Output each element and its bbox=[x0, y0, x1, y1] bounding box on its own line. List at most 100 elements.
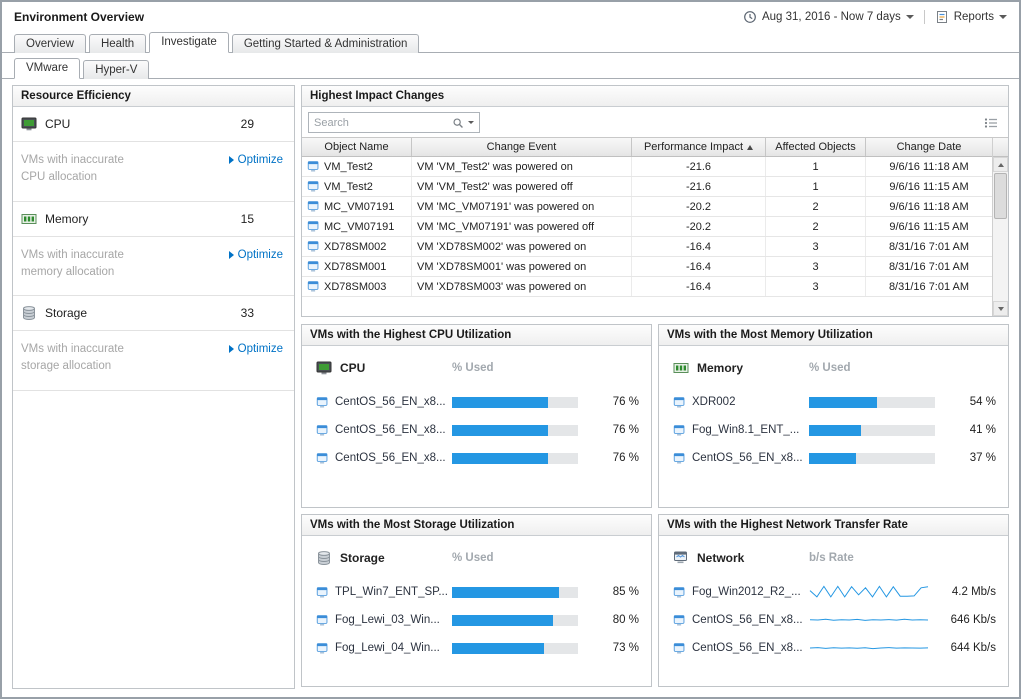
vm-icon bbox=[673, 614, 686, 627]
cell-date: 9/6/16 11:15 AM bbox=[889, 181, 968, 193]
transfer-sparkline bbox=[809, 612, 931, 628]
vm-icon bbox=[673, 424, 686, 437]
usage-value: 76 % bbox=[613, 424, 639, 436]
subtab-vmware[interactable]: VMware bbox=[14, 58, 80, 79]
table-options-icon[interactable] bbox=[984, 116, 998, 130]
vm-usage-row[interactable]: Fog_Lewi_03_Win... 80 % bbox=[316, 606, 639, 634]
chevron-down-icon bbox=[906, 15, 914, 19]
metric-header: Network bbox=[673, 550, 809, 566]
usage-bar-fill bbox=[809, 425, 861, 436]
scroll-up-button[interactable] bbox=[993, 157, 1008, 172]
cell-object: XD78SM001 bbox=[324, 261, 386, 273]
subtab-hyper-v[interactable]: Hyper-V bbox=[83, 60, 149, 79]
col-performance-impact[interactable]: Performance Impact bbox=[632, 138, 766, 156]
vm-icon bbox=[673, 452, 686, 465]
tab-overview[interactable]: Overview bbox=[14, 34, 86, 53]
note-line: CPU allocation bbox=[21, 169, 124, 186]
report-icon bbox=[935, 10, 949, 24]
memory-utilization-panel: VMs with the Most Memory Utilization Mem… bbox=[658, 324, 1009, 508]
vm-icon bbox=[673, 642, 686, 655]
cell-impact: -21.6 bbox=[686, 161, 711, 173]
note-text: VMs with inaccurate memory allocation bbox=[21, 247, 124, 282]
optimize-storage-link[interactable]: Optimize bbox=[229, 343, 286, 355]
vm-transfer-row[interactable]: Fog_Win2012_R2_... 4.2 Mb/s bbox=[673, 578, 996, 606]
vm-usage-row[interactable]: CentOS_56_EN_x8... 76 % bbox=[316, 388, 639, 416]
vm-usage-row[interactable]: TPL_Win7_ENT_SP... 85 % bbox=[316, 578, 639, 606]
search-input[interactable] bbox=[314, 117, 448, 129]
cell-event: VM 'XD78SM002' was powered on bbox=[417, 241, 586, 253]
resource-efficiency-panel: Resource Efficiency CPU 29 VMs with inac… bbox=[12, 85, 295, 689]
scrollbar-thumb[interactable] bbox=[994, 173, 1007, 219]
cell-date: 9/6/16 11:15 AM bbox=[889, 221, 968, 233]
vertical-scrollbar[interactable] bbox=[992, 138, 1008, 316]
header-label: Change Date bbox=[897, 141, 962, 153]
cpu-note-row: VMs with inaccurate CPU allocation Optim… bbox=[13, 142, 294, 202]
scrollbar-track[interactable] bbox=[993, 220, 1008, 301]
note-text: VMs with inaccurate CPU allocation bbox=[21, 152, 124, 187]
time-range-selector[interactable]: Aug 31, 2016 - Now 7 days bbox=[743, 10, 914, 24]
col-object-name[interactable]: Object Name bbox=[302, 138, 412, 156]
scroll-down-button[interactable] bbox=[993, 301, 1008, 316]
vm-icon bbox=[307, 240, 320, 253]
vm-usage-row[interactable]: XDR002 54 % bbox=[673, 388, 996, 416]
search-icon[interactable] bbox=[452, 117, 464, 129]
search-options-chevron-icon[interactable] bbox=[468, 121, 474, 124]
tab-getting-started-administration[interactable]: Getting Started & Administration bbox=[232, 34, 420, 53]
table-row[interactable]: VM_Test2 VM 'VM_Test2' was powered on -2… bbox=[302, 157, 992, 177]
metric-count: 29 bbox=[241, 117, 254, 131]
search-box[interactable] bbox=[308, 112, 480, 133]
vm-usage-row[interactable]: CentOS_56_EN_x8... 76 % bbox=[316, 416, 639, 444]
table-row[interactable]: MC_VM07191 VM 'MC_VM07191' was powered o… bbox=[302, 217, 992, 237]
table-row[interactable]: XD78SM003 VM 'XD78SM003' was powered on … bbox=[302, 277, 992, 297]
cell-date: 8/31/16 7:01 AM bbox=[889, 241, 969, 253]
col-change-date[interactable]: Change Date bbox=[866, 138, 992, 156]
changes-grid: Object Name Change Event Performance Imp… bbox=[302, 138, 992, 316]
metric-header: Storage bbox=[316, 550, 452, 566]
metric-header-row: Storage % Used bbox=[316, 550, 639, 566]
value-header: b/s Rate bbox=[809, 552, 854, 564]
table-row[interactable]: XD78SM002 VM 'XD78SM002' was powered on … bbox=[302, 237, 992, 257]
vm-usage-row[interactable]: CentOS_56_EN_x8... 76 % bbox=[316, 444, 639, 472]
triangle-up-icon bbox=[998, 163, 1004, 167]
value-header: % Used bbox=[452, 552, 494, 564]
table-row[interactable]: VM_Test2 VM 'VM_Test2' was powered off -… bbox=[302, 177, 992, 197]
vm-name: Fog_Lewi_03_Win... bbox=[335, 614, 440, 626]
vm-transfer-row[interactable]: CentOS_56_EN_x8... 644 Kb/s bbox=[673, 634, 996, 662]
cell-affected: 3 bbox=[812, 281, 818, 293]
panel-title: Highest Impact Changes bbox=[302, 86, 1008, 107]
col-change-event[interactable]: Change Event bbox=[412, 138, 632, 156]
col-affected-objects[interactable]: Affected Objects bbox=[766, 138, 866, 156]
cpu-utilization-panel: VMs with the Highest CPU Utilization CPU… bbox=[301, 324, 652, 508]
vm-icon bbox=[673, 586, 686, 599]
cell-event: VM 'VM_Test2' was powered off bbox=[417, 181, 573, 193]
table-row[interactable]: XD78SM001 VM 'XD78SM001' was powered on … bbox=[302, 257, 992, 277]
cell-affected: 3 bbox=[812, 261, 818, 273]
network-icon bbox=[673, 550, 689, 566]
vm-icon bbox=[307, 200, 320, 213]
panel-body: Memory % Used XDR002 54 % Fog_Win8.1_ENT… bbox=[659, 346, 1008, 507]
reports-button[interactable]: Reports bbox=[935, 10, 1007, 24]
vm-name: CentOS_56_EN_x8... bbox=[335, 424, 446, 436]
optimize-memory-link[interactable]: Optimize bbox=[229, 249, 286, 261]
usage-bar-fill bbox=[452, 397, 548, 408]
optimize-cpu-link[interactable]: Optimize bbox=[229, 154, 286, 166]
cell-affected: 1 bbox=[812, 161, 818, 173]
vm-transfer-row[interactable]: CentOS_56_EN_x8... 646 Kb/s bbox=[673, 606, 996, 634]
vm-usage-row[interactable]: CentOS_56_EN_x8... 37 % bbox=[673, 444, 996, 472]
cell-event: VM 'MC_VM07191' was powered on bbox=[417, 201, 594, 213]
vm-icon bbox=[316, 586, 329, 599]
usage-bar bbox=[452, 453, 578, 464]
usage-bar bbox=[452, 587, 578, 598]
transfer-value: 4.2 Mb/s bbox=[952, 586, 996, 598]
usage-bar-fill bbox=[809, 453, 856, 464]
vm-usage-row[interactable]: Fog_Win8.1_ENT_... 41 % bbox=[673, 416, 996, 444]
vm-usage-row[interactable]: Fog_Lewi_04_Win... 73 % bbox=[316, 634, 639, 662]
vm-icon bbox=[307, 180, 320, 193]
vm-name: CentOS_56_EN_x8... bbox=[692, 614, 803, 626]
tab-investigate[interactable]: Investigate bbox=[149, 32, 229, 53]
storage-icon bbox=[21, 305, 37, 321]
tab-health[interactable]: Health bbox=[89, 34, 146, 53]
transfer-value: 644 Kb/s bbox=[951, 642, 996, 654]
table-row[interactable]: MC_VM07191 VM 'MC_VM07191' was powered o… bbox=[302, 197, 992, 217]
metric-label: Storage bbox=[45, 306, 87, 320]
